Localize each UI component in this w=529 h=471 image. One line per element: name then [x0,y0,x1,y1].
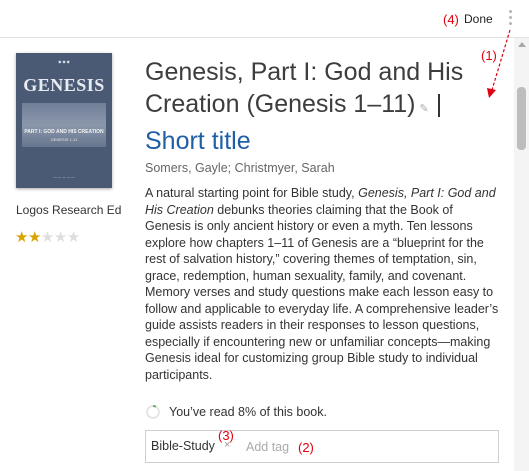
tag-editor[interactable]: Bible-Study × [145,430,499,463]
progress-ring-icon [146,405,160,419]
reading-progress: You’ve read 8% of this book. [145,404,327,420]
publisher-label: Logos Research Ed [16,203,122,217]
star-icon[interactable]: ★ [67,229,80,246]
cover-subtitle: PART I: GOD AND HIS CREATION [24,129,104,135]
annotation-4: (4) [443,12,459,27]
pencil-icon[interactable]: ✎ [420,103,429,115]
progress-text: You’ve read 8% of this book. [169,405,327,419]
star-icon[interactable]: ★ [54,229,67,246]
annotation-3: (3) [218,428,234,443]
vertical-scrollbar[interactable] [514,38,529,471]
description-part-2: debunks theories claiming that the Book … [145,202,499,382]
cover-title: GENESIS [23,75,105,95]
book-title: Genesis, Part I: God and His Creation (G… [145,56,475,157]
star-icon[interactable]: ★ [28,229,41,246]
book-title-line-2: Creation (Genesis 1–11) [145,90,416,118]
book-authors: Somers, Gayle; Christmyer, Sarah [145,161,335,175]
scroll-up-arrow-icon[interactable] [518,42,526,47]
done-button[interactable]: Done [464,12,493,26]
star-rating[interactable]: ★★★★★ [15,228,80,246]
top-toolbar: (4) Done [0,0,529,38]
cover-subtitle-2: GENESIS 1-11 [50,137,78,142]
vertical-ellipsis-icon[interactable] [507,10,513,30]
short-title-link[interactable]: Short title [145,127,251,155]
add-tag-input[interactable] [246,437,396,457]
book-title-line-1: Genesis, Part I: God and His [145,58,464,86]
title-separator: | [435,90,443,118]
description-part-1: A natural starting point for Bible study… [145,186,359,200]
star-icon[interactable]: ★ [15,229,28,246]
annotation-arrow-icon [487,29,511,98]
tag-chip: Bible-Study [151,439,215,453]
book-cover-image: ◆ ◆ ◆ GENESIS PART I: GOD AND HIS CREATI… [16,53,112,188]
book-description: A natural starting point for Bible study… [145,185,502,383]
star-icon[interactable]: ★ [41,229,54,246]
cover-series-mark: ◆ ◆ ◆ [58,59,70,64]
cover-authors-mark: — — — — — [53,175,75,179]
scroll-thumb[interactable] [517,87,526,150]
annotation-2: (2) [298,440,314,455]
